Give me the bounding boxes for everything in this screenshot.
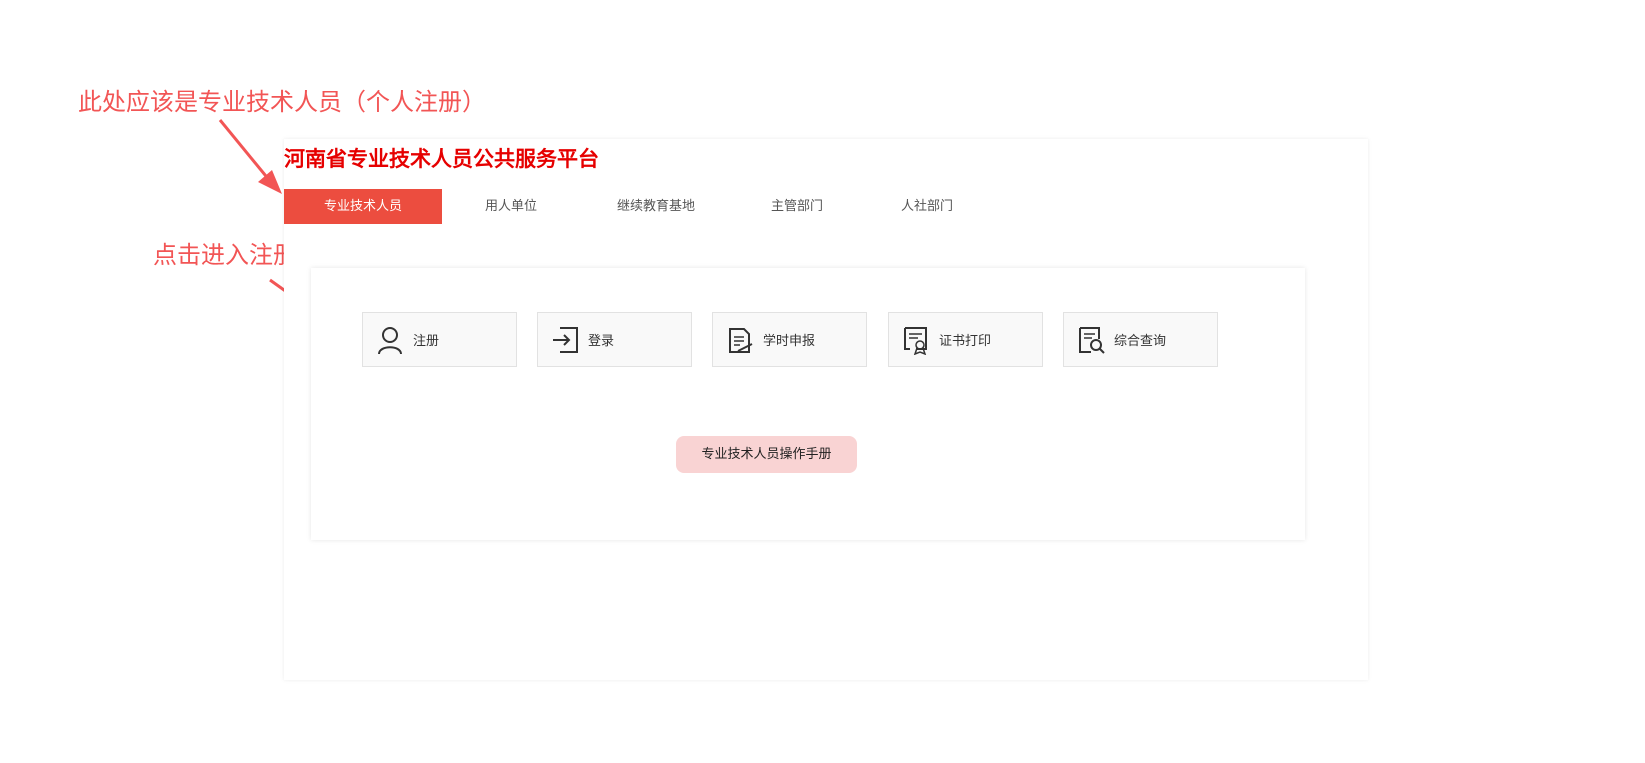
annotation-tab-note: 此处应该是专业技术人员（个人注册） bbox=[78, 88, 486, 116]
login-icon bbox=[550, 324, 580, 356]
certificate-icon bbox=[901, 324, 931, 356]
comprehensive-query-button[interactable]: 综合查询 bbox=[1063, 312, 1218, 367]
tab-education-base[interactable]: 继续教育基地 bbox=[580, 189, 732, 224]
user-icon bbox=[375, 324, 405, 356]
tab-professional[interactable]: 专业技术人员 bbox=[284, 189, 442, 224]
certificate-print-button[interactable]: 证书打印 bbox=[888, 312, 1043, 367]
study-hours-button[interactable]: 学时申报 bbox=[712, 312, 867, 367]
document-edit-icon bbox=[725, 324, 755, 356]
operation-manual-button[interactable]: 专业技术人员操作手册 bbox=[676, 436, 857, 473]
arrow-to-tab bbox=[218, 119, 282, 194]
role-tabs: 专业技术人员 用人单位 继续教育基地 主管部门 人社部门 bbox=[284, 189, 992, 224]
tab-hr-department[interactable]: 人社部门 bbox=[862, 189, 992, 224]
tab-supervisor[interactable]: 主管部门 bbox=[732, 189, 862, 224]
tab-employer[interactable]: 用人单位 bbox=[442, 189, 580, 224]
study-hours-label: 学时申报 bbox=[763, 334, 816, 349]
login-button[interactable]: 登录 bbox=[537, 312, 692, 367]
comprehensive-query-label: 综合查询 bbox=[1114, 334, 1167, 349]
register-label: 注册 bbox=[413, 334, 440, 349]
login-label: 登录 bbox=[588, 334, 615, 349]
search-document-icon bbox=[1076, 324, 1106, 356]
platform-title: 河南省专业技术人员公共服务平台 bbox=[284, 147, 599, 171]
certificate-print-label: 证书打印 bbox=[939, 334, 992, 349]
content-panel bbox=[311, 268, 1305, 540]
page: 此处应该是专业技术人员（个人注册） 点击进入注册页面 河南省专业技术人员公共服务… bbox=[0, 0, 1645, 763]
register-button[interactable]: 注册 bbox=[362, 312, 517, 367]
